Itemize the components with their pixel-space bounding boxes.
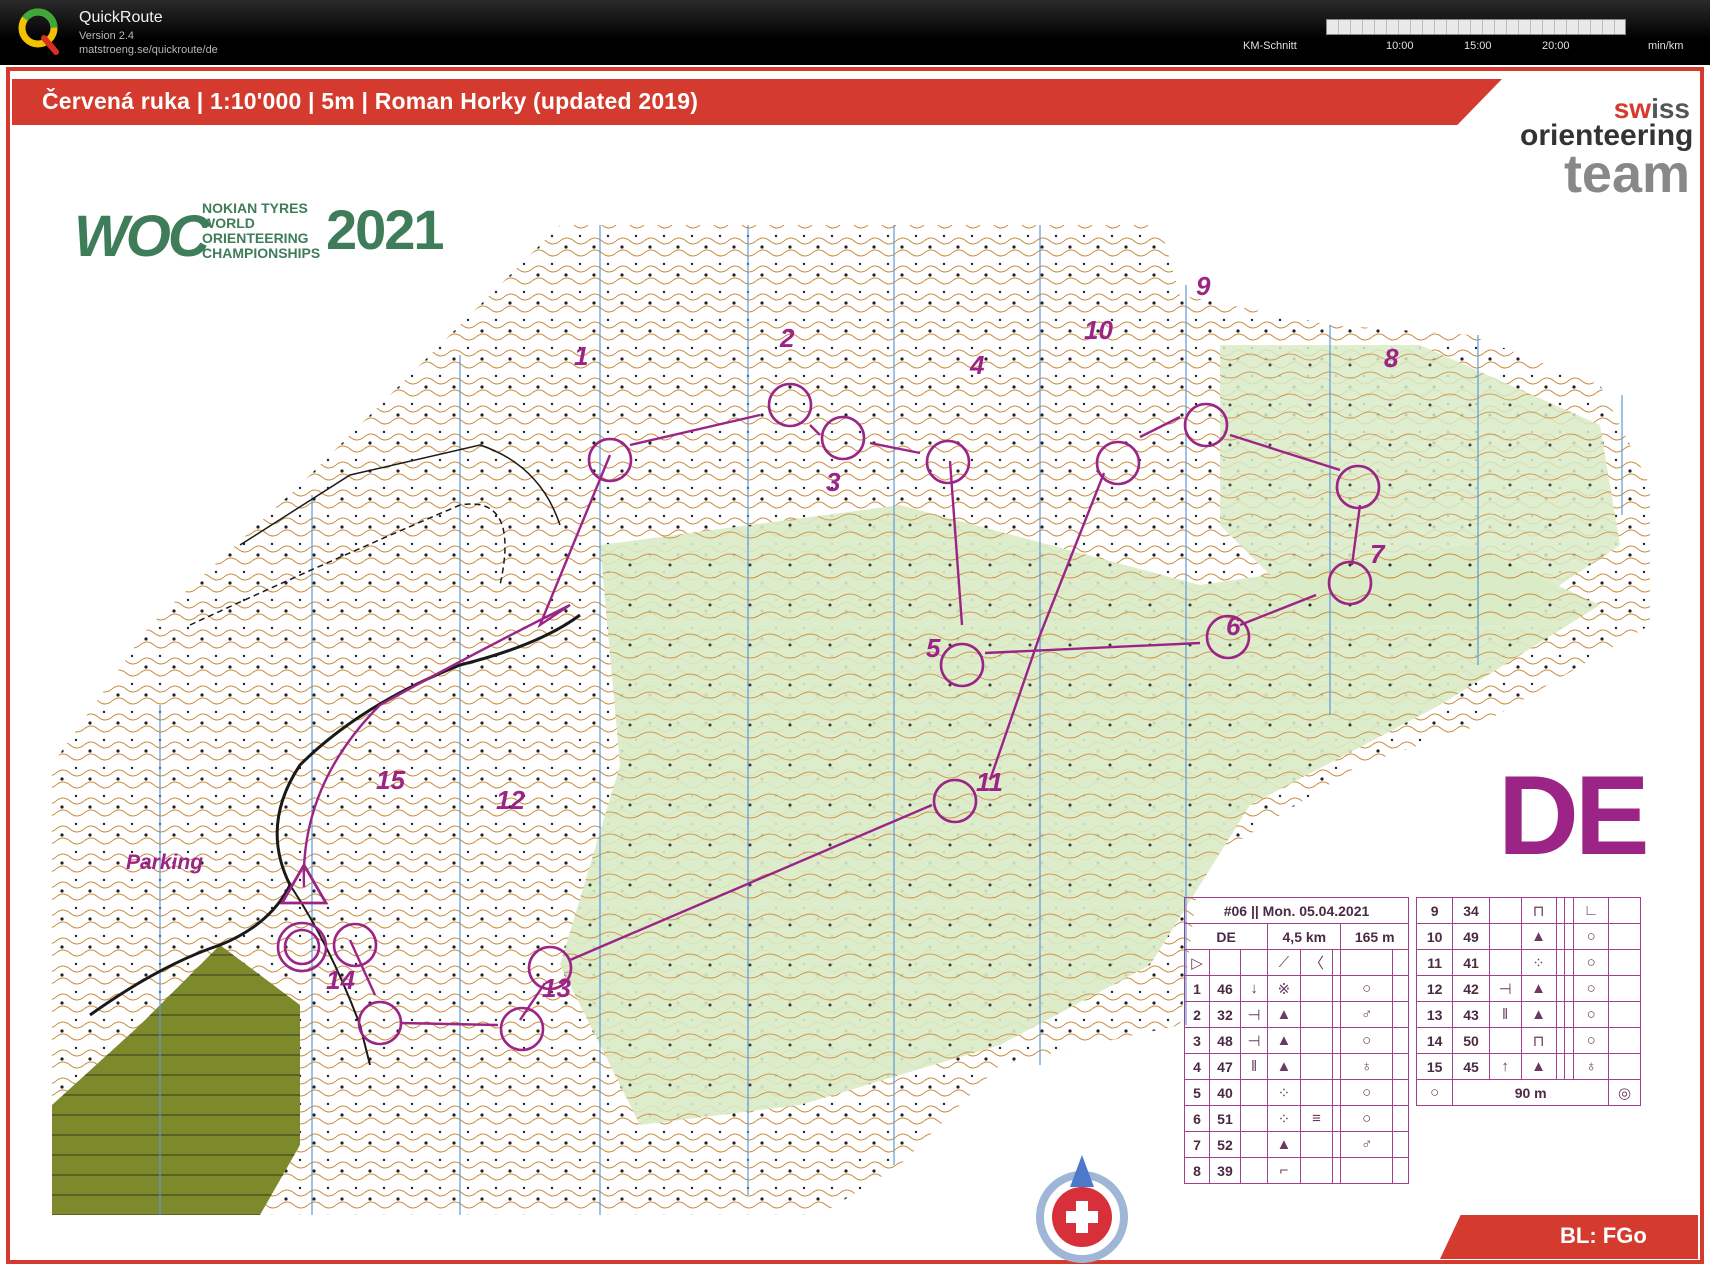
desc-class: DE xyxy=(1183,923,1269,950)
control-number: 11 xyxy=(976,767,1003,797)
pace-tick: 20:00 xyxy=(1542,40,1570,52)
position-icon: ○ xyxy=(1573,975,1609,1002)
marsh-icon: ≡ xyxy=(1299,1105,1334,1132)
boulder-icon: ▲ xyxy=(1520,1001,1557,1028)
control-number: 3 xyxy=(826,467,841,497)
control-number: 9 xyxy=(1196,271,1211,301)
pace-bar-label: KM-Schnitt xyxy=(1243,40,1297,52)
pace-tick: 10:00 xyxy=(1386,40,1414,52)
finish-start-icon: ○ xyxy=(1415,1079,1454,1106)
boulder-icon: ▲ xyxy=(1520,923,1557,950)
control-number: 6 xyxy=(1226,611,1241,641)
cliff-icon: ⊣ xyxy=(1488,975,1522,1002)
quickroute-logo-icon xyxy=(18,8,59,55)
desc-length: 4,5 km xyxy=(1267,923,1342,950)
pace-unit: min/km xyxy=(1648,40,1684,52)
cliff-icon: ⊣ xyxy=(1239,1001,1269,1028)
arrow-down-icon: ↓ xyxy=(1239,975,1269,1002)
position-icon: ○ xyxy=(1573,1001,1609,1028)
path-icon: ⟋ xyxy=(1267,949,1301,976)
desc-row: 9 34 ⊓ ∟ xyxy=(1415,897,1642,924)
boulder-icon: ▲ xyxy=(1520,1053,1557,1080)
desc-row: 10 49 ▲ ○ xyxy=(1415,923,1642,950)
map-title: Červená ruka | 1:10'000 | 5m | Roman Hor… xyxy=(42,88,699,114)
boulder-icon: ▲ xyxy=(1267,1131,1301,1158)
class-label: DE xyxy=(1498,753,1650,878)
pace-tick: 15:00 xyxy=(1464,40,1492,52)
desc-climb: 165 m xyxy=(1340,923,1409,950)
desc-row: 3 48 ⊣ ▲ ○ xyxy=(1184,1027,1410,1054)
ruin-icon: ⊓ xyxy=(1520,897,1557,924)
app-name: QuickRoute xyxy=(79,9,163,26)
control-number: 8 xyxy=(1384,343,1399,373)
bend-icon: 〈 xyxy=(1299,949,1334,976)
finish-end-icon: ◎ xyxy=(1607,1079,1642,1106)
dot-knoll-icon: ⁘ xyxy=(1267,1105,1301,1132)
control-number: 7 xyxy=(1370,539,1385,569)
arrow-up-icon: ↑ xyxy=(1488,1053,1522,1080)
desc-row: 4 47 ‖ ▲ ♁ xyxy=(1184,1053,1410,1080)
desc-row: 12 42 ⊣ ▲ ○ xyxy=(1415,975,1642,1002)
control-number: 4 xyxy=(970,350,985,380)
cliff-icon: ⊣ xyxy=(1239,1027,1269,1054)
position-icon: ♁ xyxy=(1340,1053,1393,1080)
footer-label: BL: FGo xyxy=(1560,1223,1647,1248)
corner-icon: ∟ xyxy=(1573,897,1609,924)
fence-icon: ‖ xyxy=(1239,1053,1269,1080)
position-icon: ○ xyxy=(1340,1105,1393,1132)
control-number: 5 xyxy=(926,633,941,663)
thicket-icon: ⌐ xyxy=(1267,1157,1301,1184)
desc-row: 2 32 ⊣ ▲ ♂ xyxy=(1184,1001,1410,1028)
position-icon: ○ xyxy=(1340,1079,1393,1106)
compass-emblem xyxy=(1036,1155,1128,1263)
position-icon: ○ xyxy=(1340,975,1393,1002)
pillar-icon: ▲ xyxy=(1267,1053,1301,1080)
control-number: 1 xyxy=(574,341,589,371)
pace-color-scale[interactable] xyxy=(1326,19,1626,35)
parking-label: Parking xyxy=(126,851,204,874)
control-description-table: #06 || Mon. 05.04.2021 DE 4,5 km 165 m ▷… xyxy=(1183,897,1410,1184)
desc-row: 13 43 ‖ ▲ ○ xyxy=(1415,1001,1642,1028)
position-icon: ○ xyxy=(1573,1027,1609,1054)
control-description-table: 9 34 ⊓ ∟ 10 49 ▲ ○ 11 41 ⁘ ○ 12 42 ⊣ ▲ ○ 13 43 ‖ ▲ ○… xyxy=(1415,897,1642,1106)
dot-knoll-icon: ⁘ xyxy=(1267,1079,1301,1106)
control-number: 12 xyxy=(496,785,525,815)
control-number: 10 xyxy=(1084,315,1113,345)
rocky-ground-icon: ※ xyxy=(1267,975,1301,1002)
position-icon: ○ xyxy=(1573,923,1609,950)
control-number: 15 xyxy=(376,765,405,795)
desc-row: 14 50 ⊓ ○ xyxy=(1415,1027,1642,1054)
control-number: 2 xyxy=(780,323,795,353)
ruin-icon: ⊓ xyxy=(1520,1027,1557,1054)
start-triangle-icon: ▷ xyxy=(1184,949,1210,976)
position-icon: ♂ xyxy=(1340,1001,1393,1028)
desc-row: 8 39 ⌐ xyxy=(1184,1157,1410,1184)
desc-row: 15 45 ↑ ▲ ♁ xyxy=(1415,1053,1642,1080)
desc-header: #06 || Mon. 05.04.2021 xyxy=(1184,897,1409,924)
desc-row: 1 46 ↓ ※ ○ xyxy=(1184,975,1410,1002)
fence-icon: ‖ xyxy=(1488,1001,1522,1028)
finish-distance: 90 m xyxy=(1452,1079,1609,1106)
position-icon: ○ xyxy=(1340,1027,1393,1054)
control-number: 13 xyxy=(542,973,571,1003)
desc-row: 11 41 ⁘ ○ xyxy=(1415,949,1642,976)
position-icon: ○ xyxy=(1573,949,1609,976)
desc-row: 5 40 ⁘ ○ xyxy=(1184,1079,1410,1106)
app-version: Version 2.4 xyxy=(79,30,135,42)
swiss-orienteering-team-logo: swiss orienteering team xyxy=(1520,93,1694,204)
position-icon: ♁ xyxy=(1573,1053,1609,1080)
desc-row: 7 52 ▲ ♂ xyxy=(1184,1131,1410,1158)
dot-knoll-icon: ⁘ xyxy=(1520,949,1557,976)
map-canvas[interactable]: Červená ruka | 1:10'000 | 5m | Roman Hor… xyxy=(0,65,1710,1268)
app-url[interactable]: matstroeng.se/quickroute/de xyxy=(79,44,218,56)
app-header: QuickRoute Version 2.4 matstroeng.se/qui… xyxy=(0,0,1710,65)
boulder-icon: ▲ xyxy=(1267,1001,1301,1028)
position-icon: ♂ xyxy=(1340,1131,1393,1158)
desc-row: 6 51 ⁘ ≡ ○ xyxy=(1184,1105,1410,1132)
control-number: 14 xyxy=(326,965,355,995)
boulder-icon: ▲ xyxy=(1267,1027,1301,1054)
boulder-icon: ▲ xyxy=(1520,975,1557,1002)
